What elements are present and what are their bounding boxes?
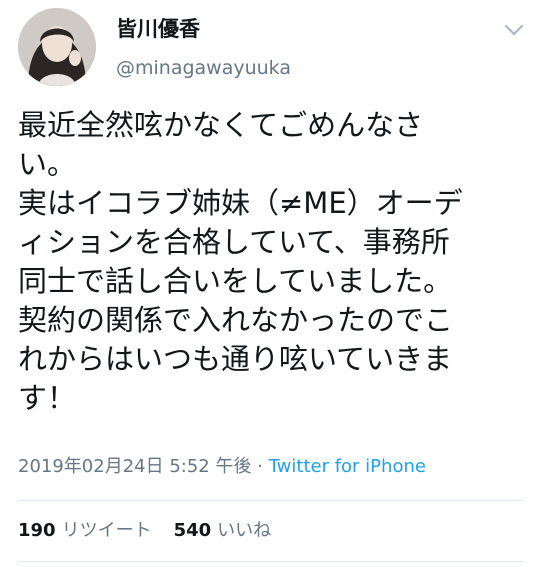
tweet-text-line: 実はイコラブ姉妹（≠ME）オーデ <box>18 186 463 220</box>
tweet-text: 最近全然呟かなくてごめんなさ い。 実はイコラブ姉妹（≠ME）オーデ ィションを… <box>18 106 526 418</box>
profile-photo-icon <box>18 8 96 86</box>
timestamp[interactable]: 2019年02月24日 5:52 午後 <box>18 456 251 477</box>
tweet-text-line: い。 <box>18 147 77 181</box>
tweet-text-line: 最近全然呟かなくてごめんなさ <box>18 108 424 142</box>
tweet-text-line: れからはいつも通り呟いていきま <box>18 342 453 376</box>
tweet-text-line: ィションを合格していて、事務所 <box>18 225 450 259</box>
divider <box>18 561 523 562</box>
retweets-count: 190 <box>18 520 56 541</box>
retweets-stat[interactable]: 190 リツイート <box>18 520 152 541</box>
divider <box>18 500 523 501</box>
chevron-down-icon <box>504 24 524 36</box>
tweet-meta: 2019年02月24日 5:52 午後 · Twitter for iPhone <box>18 454 426 480</box>
user-handle[interactable]: @minagawayuuka <box>116 54 291 82</box>
meta-separator: · <box>251 456 269 477</box>
likes-label: いいね <box>217 520 272 541</box>
engagement-stats: 190 リツイート 540 いいね <box>18 517 293 545</box>
likes-count: 540 <box>173 520 212 541</box>
more-options-button[interactable] <box>500 18 528 42</box>
client-link[interactable]: Twitter for iPhone <box>269 456 426 477</box>
display-name[interactable]: 皆川優香 <box>116 14 200 44</box>
avatar[interactable] <box>18 8 96 86</box>
tweet-text-line: 契約の関係で入れなかったのでこ <box>18 303 454 337</box>
tweet-card: 皆川優香 @minagawayuuka 最近全然呟かなくてごめんなさ い。 実は… <box>0 0 541 567</box>
tweet-text-line: す！ <box>18 381 77 415</box>
retweets-label: リツイート <box>61 520 152 541</box>
likes-stat[interactable]: 540 いいね <box>174 520 272 541</box>
tweet-text-line: 同士で話し合いをしていました。 <box>18 264 453 298</box>
